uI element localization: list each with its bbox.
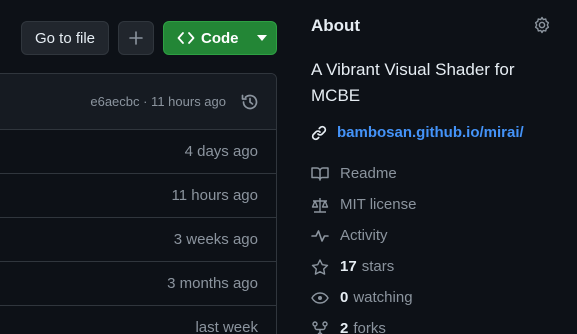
link-icon bbox=[311, 125, 327, 140]
file-row[interactable]: last week bbox=[0, 306, 276, 334]
readme-label: Readme bbox=[340, 165, 397, 182]
file-row-date: 4 days ago bbox=[184, 143, 258, 160]
file-row[interactable]: 11 hours ago bbox=[0, 174, 276, 218]
homepage-link-text: bambosan.github.io/mirai/ bbox=[337, 124, 524, 141]
stars-link[interactable]: 17 stars bbox=[311, 258, 394, 275]
caret-down-icon bbox=[256, 35, 267, 41]
latest-commit-info[interactable]: e6aecbc · 11 hours ago bbox=[90, 94, 226, 109]
file-row-date: 3 months ago bbox=[167, 275, 258, 292]
go-to-file-button[interactable]: Go to file bbox=[21, 21, 109, 55]
about-heading: About bbox=[311, 16, 361, 35]
file-row-date: last week bbox=[195, 319, 258, 334]
gear-icon[interactable] bbox=[533, 16, 551, 34]
file-row-date: 11 hours ago bbox=[171, 187, 258, 204]
stars-count: 17 bbox=[340, 258, 357, 275]
star-icon bbox=[311, 258, 329, 275]
repo-description: A Vibrant Visual Shader for MCBE bbox=[311, 60, 515, 105]
go-to-file-label: Go to file bbox=[34, 29, 96, 47]
forks-link[interactable]: 2 forks bbox=[311, 320, 386, 334]
plus-icon bbox=[129, 31, 143, 45]
code-icon bbox=[177, 32, 195, 44]
repo-page: Go to file Code e6aecbc · 11 hours ago 4… bbox=[0, 0, 577, 334]
file-row[interactable]: 3 months ago bbox=[0, 262, 276, 306]
book-icon bbox=[311, 166, 329, 181]
homepage-link[interactable]: bambosan.github.io/mirai/ bbox=[311, 124, 524, 141]
forks-count: 2 bbox=[340, 320, 349, 334]
add-file-button[interactable] bbox=[118, 21, 154, 55]
activity-link[interactable]: Activity bbox=[311, 227, 388, 244]
history-icon[interactable] bbox=[240, 92, 260, 112]
watching-label: watching bbox=[353, 289, 413, 306]
code-button-label: Code bbox=[201, 29, 239, 47]
readme-link[interactable]: Readme bbox=[311, 165, 397, 182]
file-row-date: 3 weeks ago bbox=[173, 231, 258, 248]
forks-label: forks bbox=[353, 320, 386, 334]
eye-icon bbox=[311, 291, 329, 304]
license-label: MIT license bbox=[340, 196, 417, 213]
file-list-panel: e6aecbc · 11 hours ago 4 days ago 11 hou… bbox=[0, 73, 277, 334]
watching-link[interactable]: 0 watching bbox=[311, 289, 413, 306]
file-row[interactable]: 3 weeks ago bbox=[0, 218, 276, 262]
file-row[interactable]: 4 days ago bbox=[0, 130, 276, 174]
code-button[interactable]: Code bbox=[163, 21, 277, 55]
scale-icon bbox=[311, 197, 329, 213]
stars-label: stars bbox=[361, 258, 395, 275]
activity-label: Activity bbox=[340, 227, 388, 244]
fork-icon bbox=[312, 320, 328, 334]
license-link[interactable]: MIT license bbox=[311, 196, 416, 213]
pulse-icon bbox=[311, 229, 329, 242]
latest-commit-bar: e6aecbc · 11 hours ago bbox=[0, 74, 276, 130]
watching-count: 0 bbox=[340, 289, 349, 306]
